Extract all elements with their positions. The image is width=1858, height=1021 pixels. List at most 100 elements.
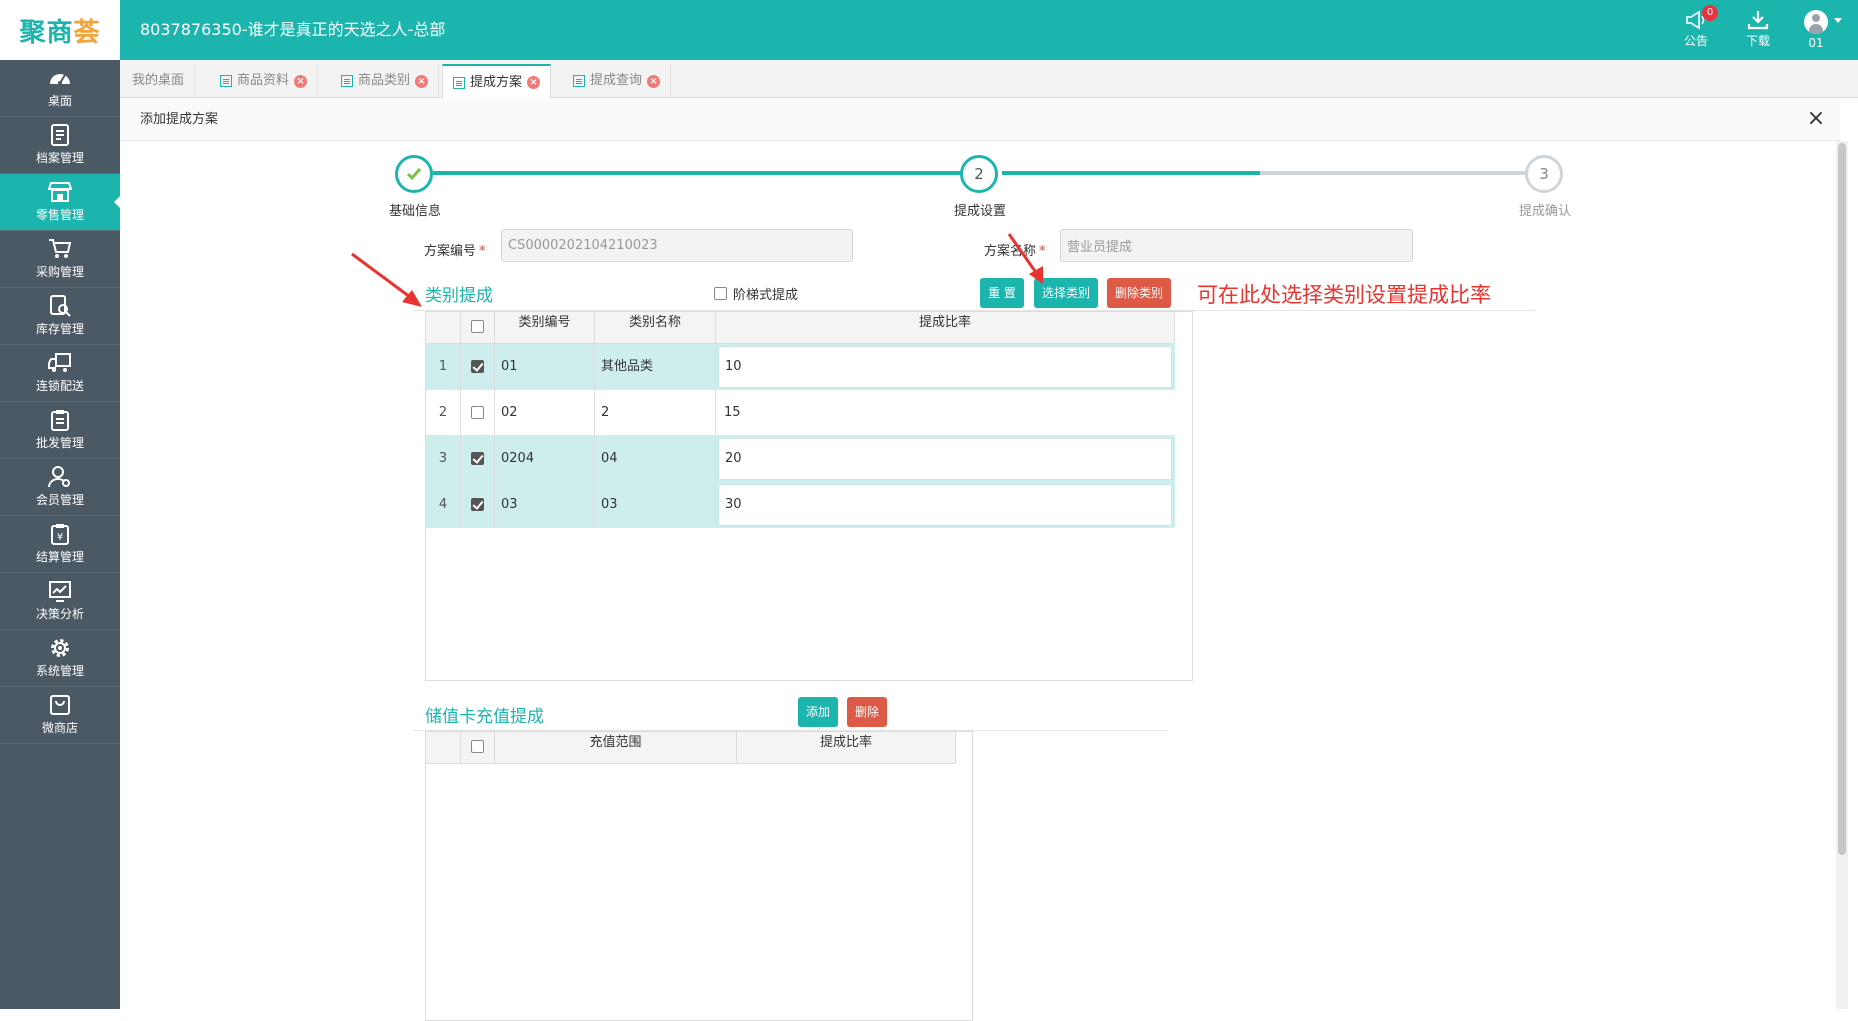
shop-bag-icon bbox=[50, 695, 70, 715]
sidebar-item-label: 桌面 bbox=[47, 94, 72, 108]
annotation-text: 可在此处选择类别设置提成比率 bbox=[1197, 283, 1491, 307]
tab-commission-plan[interactable]: 提成方案 × bbox=[442, 64, 552, 99]
table-row[interactable]: 4 03 03 30 bbox=[426, 482, 1175, 528]
sidebar-item-desktop[interactable]: 桌面 bbox=[0, 60, 120, 117]
delete-button[interactable]: 删除 bbox=[847, 697, 887, 727]
step-2: 2 bbox=[960, 155, 1000, 193]
sidebar-item-member[interactable]: 会员管理 bbox=[0, 459, 120, 516]
sidebar-item-analysis[interactable]: 决策分析 bbox=[0, 573, 120, 630]
plan-code-label: 方案编号 * bbox=[424, 244, 486, 259]
sidebar-item-label: 库存管理 bbox=[35, 322, 84, 336]
top-header: 聚商荟 8037876350-谁才是真正的天选之人-总部 0 公告 下载 01 bbox=[0, 0, 1858, 60]
step-2-label: 提成设置 bbox=[953, 204, 1006, 219]
annotation-arrow-right bbox=[1007, 233, 1043, 284]
row-checkbox[interactable] bbox=[471, 406, 484, 419]
user-label: 01 bbox=[1808, 36, 1824, 50]
sidebar-item-label: 零售管理 bbox=[35, 208, 84, 222]
step-3-circle: 3 bbox=[1525, 155, 1563, 193]
user-menu[interactable]: 01 bbox=[1792, 8, 1842, 52]
plan-code-input[interactable] bbox=[501, 229, 853, 262]
row-index: 1 bbox=[426, 344, 461, 390]
tab-product-info[interactable]: 商品资料 × bbox=[210, 64, 319, 98]
tiered-commission-checkbox[interactable]: 阶梯式提成 bbox=[714, 284, 798, 303]
sidebar-item-archive[interactable]: 档案管理 bbox=[0, 117, 120, 174]
table-row[interactable]: 3 0204 04 20 bbox=[426, 436, 1175, 482]
close-icon[interactable]: × bbox=[647, 74, 661, 88]
sidebar-item-label: 微商店 bbox=[41, 721, 78, 735]
table-row[interactable]: 1 01 其他品类 10 bbox=[426, 344, 1175, 390]
rate-input[interactable]: 10 bbox=[718, 346, 1172, 388]
dashboard-icon bbox=[50, 74, 70, 85]
avatar bbox=[1804, 10, 1828, 34]
plan-name-input[interactable] bbox=[1060, 229, 1413, 262]
tab-product-category[interactable]: 商品类别 × bbox=[331, 64, 440, 98]
table-row[interactable]: 2 02 2 15 bbox=[426, 390, 1175, 436]
category-grid-header: 类别编号 类别名称 提成比率 bbox=[426, 312, 1175, 344]
row-check-cell bbox=[461, 482, 495, 528]
panel-title: 添加提成方案 bbox=[140, 112, 219, 127]
rate-input[interactable]: 30 bbox=[718, 484, 1172, 526]
select-all-checkbox[interactable] bbox=[471, 320, 484, 333]
chart-icon bbox=[49, 581, 71, 602]
row-number-header bbox=[426, 732, 461, 764]
step-progress-line-current bbox=[1002, 171, 1260, 175]
truck-icon bbox=[48, 353, 71, 372]
chevron-down-icon bbox=[1834, 18, 1842, 23]
column-header-rate[interactable]: 提成比率 bbox=[716, 312, 1175, 344]
row-check-cell bbox=[461, 344, 495, 390]
tiered-commission-label: 阶梯式提成 bbox=[733, 288, 799, 303]
category-name: 2 bbox=[595, 390, 716, 436]
card-grid: 充值范围 提成比率 bbox=[425, 731, 973, 1021]
close-panel-button[interactable]: × bbox=[1804, 107, 1828, 131]
step-2-circle: 2 bbox=[960, 155, 998, 193]
close-icon[interactable]: × bbox=[415, 74, 429, 88]
sidebar-item-inventory[interactable]: 库存管理 bbox=[0, 288, 120, 345]
column-header-range[interactable]: 充值范围 bbox=[495, 732, 737, 764]
sidebar-item-delivery[interactable]: 连锁配送 bbox=[0, 345, 120, 402]
step-1 bbox=[395, 155, 435, 193]
sidebar-item-microstore[interactable]: 微商店 bbox=[0, 687, 120, 744]
app-logo[interactable]: 聚商荟 bbox=[0, 0, 120, 60]
rate-input[interactable]: 20 bbox=[718, 438, 1172, 480]
vertical-scrollbar[interactable] bbox=[1836, 141, 1848, 1009]
sidebar-item-wholesale[interactable]: 批发管理 bbox=[0, 402, 120, 459]
column-header-name[interactable]: 类别名称 bbox=[595, 312, 716, 344]
close-icon[interactable]: × bbox=[294, 74, 308, 88]
row-checkbox[interactable] bbox=[471, 498, 484, 511]
checkbox[interactable] bbox=[714, 287, 727, 300]
row-checkbox[interactable] bbox=[471, 360, 484, 373]
rate-input[interactable]: 15 bbox=[718, 390, 1172, 436]
tab-commission-query[interactable]: 提成查询 × bbox=[563, 64, 672, 98]
close-icon[interactable]: × bbox=[527, 76, 541, 89]
select-all-checkbox[interactable] bbox=[471, 740, 484, 753]
scrollbar-thumb[interactable] bbox=[1838, 143, 1846, 855]
sidebar-item-label: 采购管理 bbox=[35, 265, 84, 279]
tab-bar: 我的桌面 商品资料 × 商品类别 × 提成方案 × 提成查询 × bbox=[120, 60, 1858, 99]
download-button[interactable]: 下载 bbox=[1734, 8, 1782, 52]
add-button[interactable]: 添加 bbox=[798, 697, 838, 727]
tab-label: 商品类别 bbox=[358, 73, 411, 88]
cart-icon bbox=[49, 239, 72, 258]
notice-button[interactable]: 0 公告 bbox=[1672, 5, 1720, 52]
sidebar-item-settlement[interactable]: ¥ 结算管理 bbox=[0, 516, 120, 573]
column-header-code[interactable]: 类别编号 bbox=[495, 312, 595, 344]
row-check-cell bbox=[461, 436, 495, 482]
sidebar-item-system[interactable]: 系统管理 bbox=[0, 630, 120, 687]
sidebar-item-retail[interactable]: 零售管理 bbox=[0, 174, 120, 231]
row-checkbox[interactable] bbox=[471, 452, 484, 465]
step-progress-line-pending bbox=[1260, 171, 1530, 175]
tab-my-desktop[interactable]: 我的桌面 bbox=[122, 64, 196, 98]
tab-label: 商品资料 bbox=[237, 73, 290, 88]
row-index: 2 bbox=[426, 390, 461, 436]
sidebar-item-label: 会员管理 bbox=[35, 493, 84, 507]
row-index: 3 bbox=[426, 436, 461, 482]
column-header-rate[interactable]: 提成比率 bbox=[737, 732, 956, 764]
step-1-circle bbox=[395, 155, 433, 193]
delete-category-button[interactable]: 删除类别 bbox=[1107, 278, 1171, 308]
sidebar-item-label: 决策分析 bbox=[35, 607, 84, 621]
sidebar-item-purchase[interactable]: 采购管理 bbox=[0, 231, 120, 288]
category-name: 04 bbox=[595, 436, 716, 482]
category-name: 其他品类 bbox=[595, 344, 716, 390]
select-all-cell bbox=[461, 732, 495, 764]
annotation-arrow-left bbox=[351, 252, 422, 307]
